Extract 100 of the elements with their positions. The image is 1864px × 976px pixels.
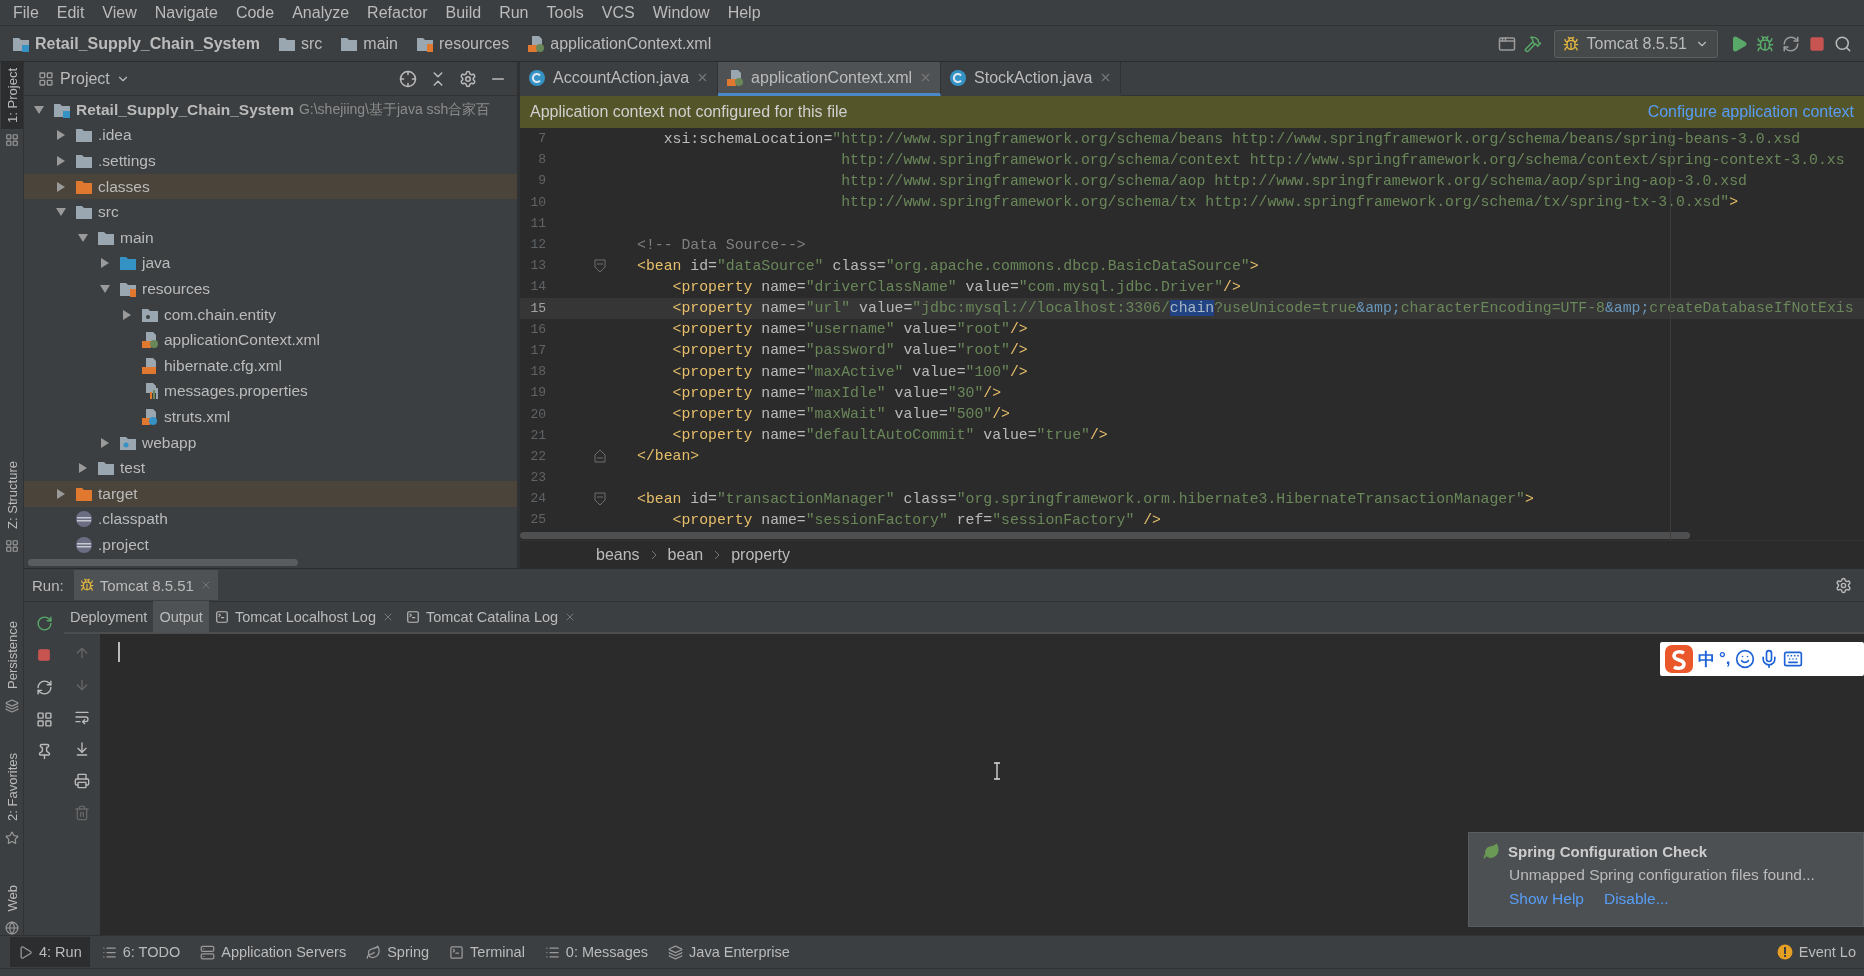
line-number: 12 (529, 237, 546, 253)
notification-link[interactable]: Disable... (1603, 890, 1669, 908)
breadcrumb-item[interactable]: src (273, 34, 327, 53)
line-number: 8 (537, 152, 546, 168)
scrollbar-thumb[interactable] (28, 559, 298, 566)
console-tab[interactable]: Deployment (64, 601, 154, 633)
menu-item[interactable]: VCS (592, 0, 644, 26)
project-path: G:\shejiing\基于java ssh合家百 (298, 100, 491, 119)
tree-item-label[interactable]: main (120, 228, 154, 247)
excluded-tree-row[interactable]: target (24, 480, 517, 507)
menu-item[interactable]: Window (643, 0, 719, 26)
breadcrumb-item[interactable]: main (336, 34, 402, 53)
code-line: <property name="maxActive" value="100"/> (671, 363, 1028, 380)
tool-window-button[interactable]: 4: Run (10, 937, 90, 967)
tool-window-tab[interactable]: 1: Project (0, 62, 23, 129)
smile-icon[interactable] (1734, 649, 1755, 669)
configure-link[interactable]: Configure application context (1647, 103, 1854, 121)
xml-file-icon (141, 356, 159, 375)
editor-tab[interactable]: AccountAction.java (520, 62, 719, 96)
tree-item-label[interactable]: webapp (142, 433, 197, 452)
ime-logo-icon[interactable] (1664, 644, 1694, 674)
xml-file-icon (726, 68, 745, 87)
tree-item-label[interactable]: hibernate.cfg.xml (164, 356, 283, 375)
console-tab[interactable]: Tomcat Catalina Log (399, 601, 583, 633)
menu-item[interactable]: Refactor (358, 0, 437, 26)
line-number: 15 (529, 300, 546, 316)
xml-file-icon (141, 331, 159, 350)
editor-tab[interactable]: StockAction.java (941, 62, 1122, 96)
code-line: <!-- Data Source--> (637, 236, 806, 253)
console-output[interactable]: 中 °, Spring Configuration Check Unmapped Spring configuration files found... Show Help Disable... (100, 634, 1864, 935)
tree-item-label[interactable]: .classpath (98, 510, 168, 529)
tool-window-tab[interactable]: Web (0, 878, 23, 917)
tree-item-label[interactable]: test (120, 459, 145, 478)
code-line: <property name="password" value="root"/> (671, 342, 1028, 359)
text-cursor-icon (993, 762, 1001, 780)
menu-item[interactable]: Code (226, 0, 284, 26)
run-config-dropdown[interactable]: Tomcat 8.5.51 (1553, 29, 1718, 58)
console-tab[interactable]: Tomcat Localhost Log (208, 601, 400, 633)
code-line: <property name="maxWait" value="500"/> (671, 406, 1010, 423)
run-tab[interactable]: Tomcat 8.5.51 (73, 570, 218, 600)
menu-item[interactable]: Run (490, 0, 538, 26)
ime-mode[interactable]: 中 (1698, 647, 1715, 671)
play-icon (18, 944, 33, 960)
fold-icon[interactable] (593, 258, 606, 273)
breadcrumb-item[interactable]: applicationContext.xml (523, 34, 716, 53)
bug-icon (1562, 35, 1579, 52)
menu-item[interactable]: Navigate (145, 0, 227, 26)
tool-window-button[interactable]: Java Enterprise (660, 937, 798, 967)
ime-punctuation[interactable]: °, (1719, 649, 1731, 669)
menu-item[interactable]: Help (718, 0, 770, 26)
tree-item-label[interactable]: com.chain.entity (164, 305, 276, 324)
tool-window-tab[interactable]: Z: Structure (0, 454, 23, 535)
menu-item[interactable]: File (4, 0, 48, 26)
tool-window-button[interactable]: 6: TODO (93, 937, 189, 967)
menu-item[interactable]: Build (436, 0, 491, 26)
tree-item-label[interactable]: struts.xml (164, 407, 231, 426)
notification-link[interactable]: Show Help (1509, 890, 1584, 908)
tree-item-label[interactable]: Retail_Supply_Chain_System (76, 100, 294, 119)
tree-item-label[interactable]: applicationContext.xml (164, 331, 320, 350)
tool-window-tab[interactable]: Persistence (0, 614, 23, 695)
breadcrumb-item[interactable]: beans (596, 545, 640, 564)
console-tab[interactable]: Output (153, 601, 209, 633)
excluded-tree-row[interactable]: classes (24, 173, 517, 200)
tree-item-label[interactable]: src (98, 203, 119, 222)
tree-item-label[interactable]: resources (142, 279, 211, 298)
code-line: <property name="defaultAutoCommit" value="true"/> (671, 427, 1108, 444)
keyboard-icon[interactable] (1782, 649, 1803, 669)
editor-tab[interactable]: applicationContext.xml (718, 62, 942, 96)
breadcrumb-item[interactable]: bean (667, 545, 704, 564)
tree-item-label[interactable]: .settings (98, 152, 156, 170)
fold-icon[interactable] (593, 491, 606, 506)
project-view-dropdown[interactable]: Project (32, 68, 136, 89)
menu-item[interactable]: View (93, 0, 146, 26)
tree-item-label[interactable]: classes (98, 177, 150, 196)
terminal-icon (214, 610, 229, 624)
tree-item-label[interactable]: java (142, 254, 171, 273)
tool-window-button[interactable]: Spring (358, 937, 438, 967)
tool-window-button[interactable]: Application Servers (192, 937, 355, 967)
tree-item-label[interactable]: target (98, 484, 138, 503)
menu-item[interactable]: Edit (47, 0, 94, 26)
tool-window-button[interactable]: Terminal (441, 937, 533, 967)
breadcrumb-item[interactable]: resources (412, 34, 514, 53)
code-line: xsi:schemaLocation="http://www.springframework.org/schema/beans http://www.springframework.org/schema/beans/spring-beans-3.0.xsd (662, 130, 1801, 147)
menu-item[interactable]: Tools (537, 0, 593, 26)
breadcrumb-item[interactable]: Retail_Supply_Chain_System (8, 34, 264, 53)
chevron-icon (649, 549, 658, 560)
tool-window-button[interactable]: 0: Messages (536, 937, 657, 967)
menu-item[interactable]: Analyze (283, 0, 359, 26)
scrollbar-thumb[interactable] (520, 531, 1690, 539)
tree-item-label[interactable]: .idea (98, 126, 132, 145)
tree-item-label[interactable]: .project (98, 535, 149, 554)
terminal-icon (405, 610, 420, 624)
fold-icon[interactable] (593, 449, 606, 464)
line-number: 16 (529, 321, 546, 337)
tool-window-tab[interactable]: 2: Favorites (0, 746, 23, 827)
server-icon (200, 944, 216, 960)
tree-item-label[interactable]: messages.properties (164, 382, 308, 401)
line-number: 9 (537, 173, 546, 189)
event-log-button[interactable]: Event Lo (1768, 937, 1864, 967)
breadcrumb-item[interactable]: property (731, 545, 790, 564)
